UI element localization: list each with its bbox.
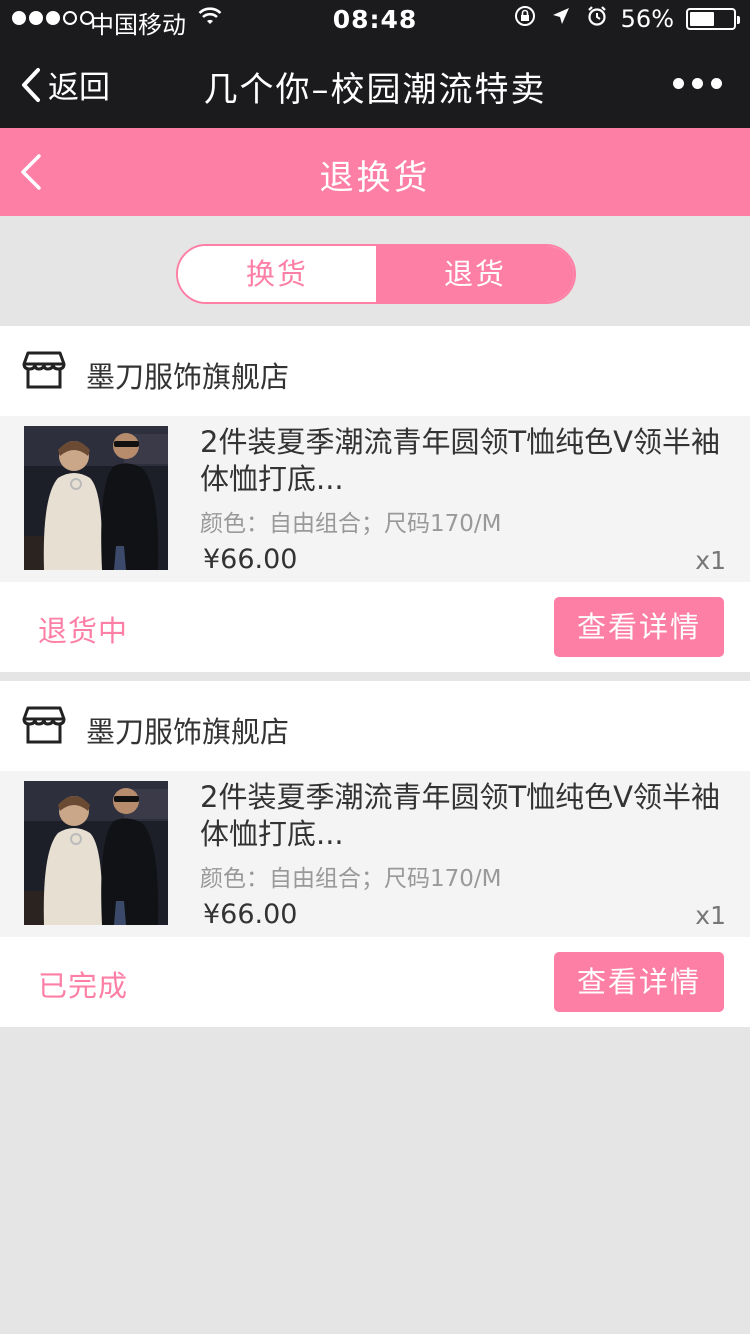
order-status: 退货中: [38, 614, 129, 648]
wechat-nav-bar: 返回 几个你–校园潮流特卖: [0, 40, 750, 128]
product-image: [24, 781, 168, 925]
more-options-icon[interactable]: [673, 78, 722, 89]
battery-icon: [686, 8, 740, 30]
product-price: ¥66.00: [203, 899, 298, 930]
order-footer: 已完成 查看详情: [0, 937, 750, 1027]
view-details-button[interactable]: 查看详情: [554, 952, 724, 1012]
order-card: 墨刀服饰旗舰店 2件装夏季潮流青年圆领T恤纯色V领半袖体恤打底... 颜色：自由…: [0, 326, 750, 672]
status-bar: 中国移动 08:48 56%: [0, 0, 750, 40]
product-spec: 颜色：自由组合；尺码170/M: [200, 866, 502, 892]
store-icon: [22, 705, 66, 749]
order-status: 已完成: [38, 969, 129, 1003]
order-item[interactable]: 2件装夏季潮流青年圆领T恤纯色V领半袖体恤打底... 颜色：自由组合；尺码170…: [0, 771, 750, 937]
product-price: ¥66.00: [203, 544, 298, 575]
shop-header[interactable]: 墨刀服饰旗舰店: [0, 326, 750, 416]
shop-name: 墨刀服饰旗舰店: [86, 360, 290, 394]
top-bar: 中国移动 08:48 56% 返回 几个你–校园潮流特卖: [0, 0, 750, 128]
product-quantity: x1: [695, 901, 726, 930]
store-icon: [22, 350, 66, 394]
view-details-button[interactable]: 查看详情: [554, 597, 724, 657]
location-icon: [549, 6, 573, 32]
product-name: 2件装夏季潮流青年圆领T恤纯色V领半袖体恤打底...: [200, 780, 721, 851]
product-image: [24, 426, 168, 570]
order-card: 墨刀服饰旗舰店 2件装夏季潮流青年圆领T恤纯色V领半袖体恤打底... 颜色：自由…: [0, 681, 750, 1027]
order-item[interactable]: 2件装夏季潮流青年圆领T恤纯色V领半袖体恤打底... 颜色：自由组合；尺码170…: [0, 416, 750, 582]
product-quantity: x1: [695, 546, 726, 575]
shop-header[interactable]: 墨刀服饰旗舰店: [0, 681, 750, 771]
battery-percent: 56%: [620, 5, 674, 33]
order-footer: 退货中 查看详情: [0, 582, 750, 672]
tab-exchange[interactable]: 换货: [178, 246, 376, 302]
alarm-icon: [585, 5, 609, 33]
shop-name: 墨刀服饰旗舰店: [86, 715, 290, 749]
nav-title: 几个你–校园潮流特卖: [203, 70, 547, 110]
product-name: 2件装夏季潮流青年圆领T恤纯色V领半袖体恤打底...: [200, 425, 721, 496]
page-header: 退换货: [0, 128, 750, 216]
page-title: 退换货: [319, 158, 431, 198]
orientation-lock-icon: [513, 5, 537, 33]
product-spec: 颜色：自由组合；尺码170/M: [200, 511, 502, 537]
exchange-refund-tabs: 换货 退货: [176, 244, 576, 304]
tab-refund[interactable]: 退货: [376, 246, 574, 302]
